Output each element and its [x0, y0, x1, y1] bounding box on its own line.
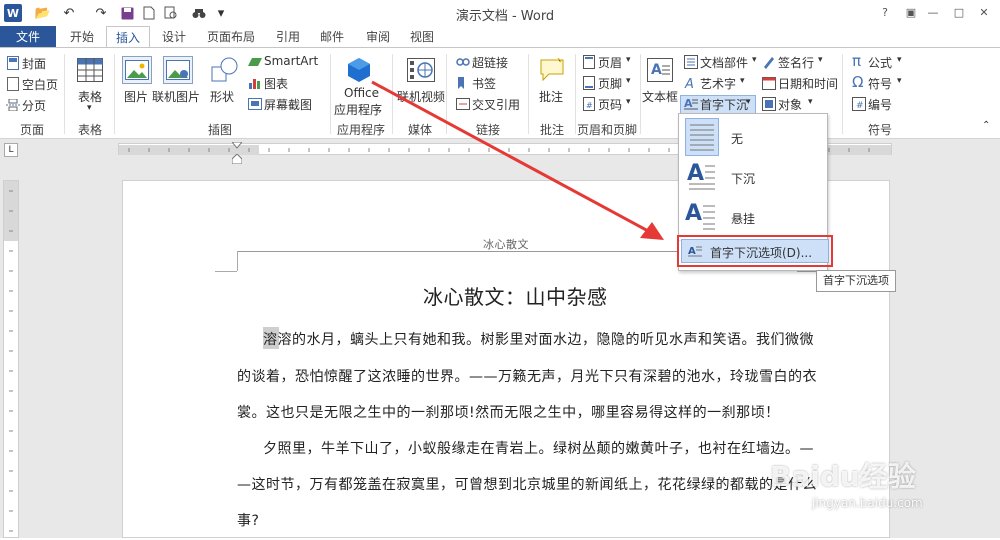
dropcap-option-in-margin[interactable]: A 悬挂 — [679, 198, 827, 238]
dropcap-option-label: 无 — [731, 132, 744, 146]
dropcap-options-icon: A — [688, 244, 702, 258]
dropped-icon: A — [685, 158, 719, 196]
svg-text:A: A — [687, 161, 704, 186]
svg-text:A: A — [688, 246, 696, 257]
in-margin-icon: A — [685, 198, 719, 236]
none-icon — [685, 118, 719, 156]
dropcap-option-dropped[interactable]: A 下沉 — [679, 158, 827, 198]
tooltip: 首字下沉选项 — [816, 270, 896, 292]
dropcap-options-label: 首字下沉选项(D)... — [710, 246, 813, 260]
dropcap-option-label: 悬挂 — [731, 212, 756, 226]
dropcap-options-menu-item[interactable]: A 首字下沉选项(D)... — [681, 239, 829, 263]
dropcap-dropdown-menu: 无 A 下沉 A 悬挂 A 首字下沉选项(D)... — [677, 113, 833, 271]
watermark-url: jingyan.baidu.com — [812, 496, 923, 510]
dropcap-option-none[interactable]: 无 — [679, 118, 827, 158]
dropcap-option-label: 下沉 — [731, 172, 756, 186]
svg-text:A: A — [685, 201, 702, 226]
watermark-brand: Baidu经验 — [770, 460, 916, 493]
